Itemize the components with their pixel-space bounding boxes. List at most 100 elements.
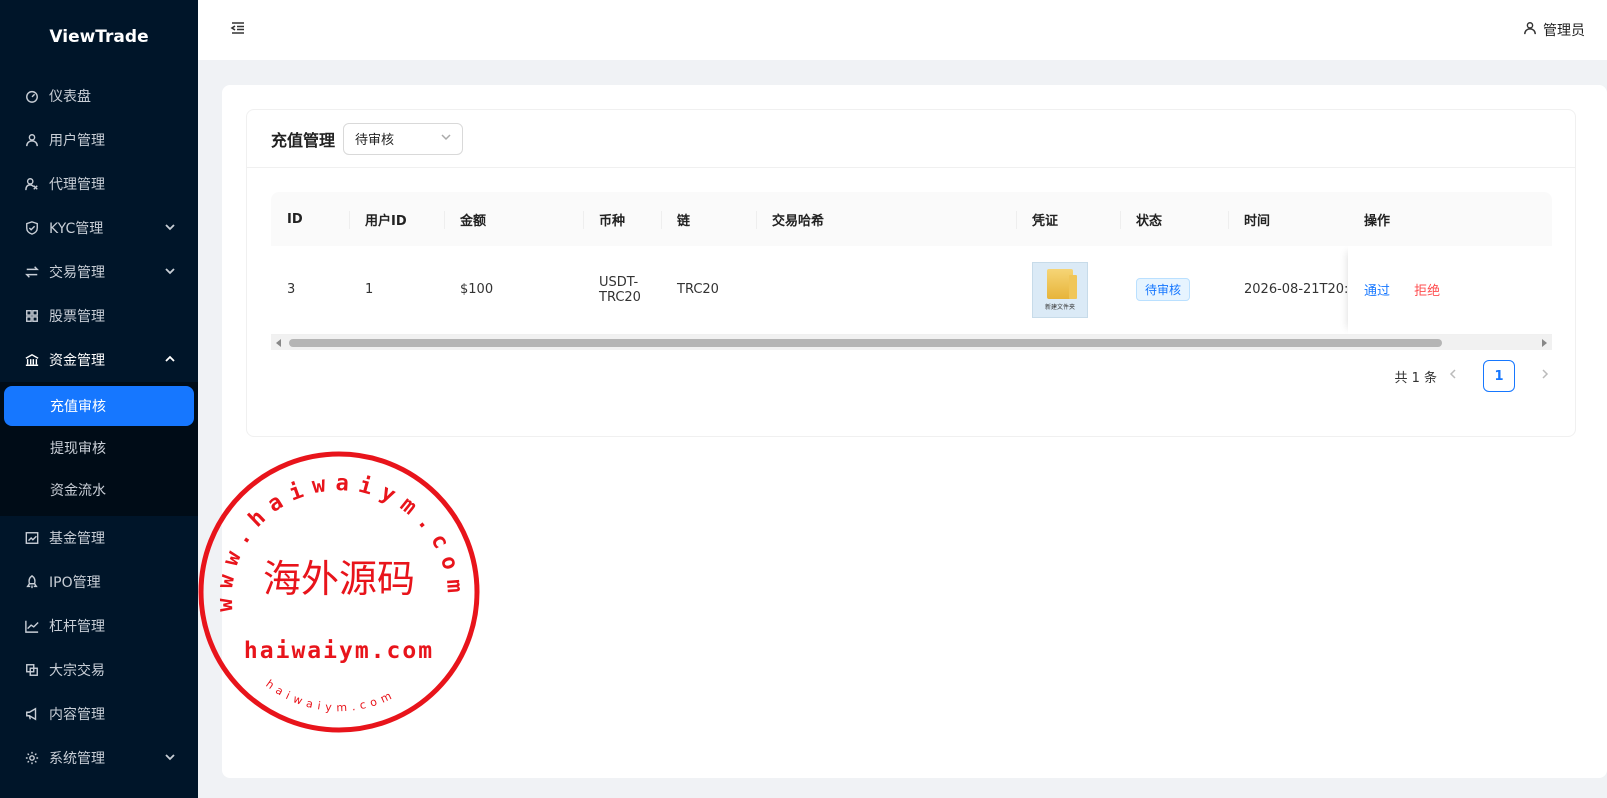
column-header: 时间 xyxy=(1228,192,1348,246)
pagination-total: 共 1 条 xyxy=(1394,370,1437,386)
sidebar-item-content[interactable]: 内容管理 xyxy=(0,692,198,736)
status-filter-select[interactable]: 待审核 xyxy=(343,122,464,155)
sidebar-item-label: 杠杆管理 xyxy=(49,619,105,635)
sidebar-item-leverage[interactable]: 杠杆管理 xyxy=(0,604,198,648)
sidebar-item-withdraw-review[interactable]: 提现审核 xyxy=(4,428,194,468)
fund-chart-icon xyxy=(25,531,39,545)
settings-icon xyxy=(25,751,39,765)
prev-page-icon[interactable] xyxy=(1447,368,1459,384)
chevron-up-icon xyxy=(164,353,176,365)
sidebar: ViewTrade 仪表盘 用户管理 代理管理 KYC管理 交易管理 股票管理 xyxy=(0,0,198,798)
sidebar-menu: 仪表盘 用户管理 代理管理 KYC管理 交易管理 股票管理 资金管理 xyxy=(0,74,198,382)
chevron-down-icon xyxy=(164,265,176,277)
cell-voucher: 新建文件夹 xyxy=(1016,246,1120,335)
funds-submenu: 充值审核 提现审核 资金流水 xyxy=(0,382,198,516)
deposit-table-wrap: ID 用户ID 金额 币种 链 交易哈希 凭证 状态 时间 操作 3 1 $10… xyxy=(271,192,1552,347)
sidebar-item-agents[interactable]: 代理管理 xyxy=(0,162,198,206)
sidebar-item-label: 系统管理 xyxy=(49,751,105,767)
sidebar-item-system[interactable]: 系统管理 xyxy=(0,736,198,780)
cell-tx-hash xyxy=(756,246,1016,335)
scroll-thumb[interactable] xyxy=(289,339,1442,347)
page-number[interactable]: 1 xyxy=(1483,360,1515,392)
shield-icon xyxy=(25,221,39,235)
sidebar-item-label: 用户管理 xyxy=(49,133,105,149)
voucher-label: 新建文件夹 xyxy=(1044,303,1075,311)
cell-id: 3 xyxy=(271,246,349,335)
sidebar-item-label: 仪表盘 xyxy=(49,89,91,105)
app-logo: ViewTrade xyxy=(49,27,149,47)
sidebar-item-label: 大宗交易 xyxy=(49,663,105,679)
deposit-table: ID 用户ID 金额 币种 链 交易哈希 凭证 状态 时间 操作 3 1 $10… xyxy=(271,192,1552,335)
sidebar-menu-lower: 基金管理 IPO管理 杠杆管理 大宗交易 内容管理 系统管理 xyxy=(0,516,198,780)
sidebar-item-stocks[interactable]: 股票管理 xyxy=(0,294,198,338)
sidebar-item-kyc[interactable]: KYC管理 xyxy=(0,206,198,250)
page-title: 充值管理 xyxy=(271,130,336,150)
cell-status: 待审核 xyxy=(1120,246,1228,335)
pagination: 共 1 条 1 xyxy=(1394,360,1551,392)
deposit-card: 充值管理 待审核 ID 用户ID 金额 币种 链 交易哈希 凭证 状态 时间 操… xyxy=(246,109,1576,437)
column-header: 用户ID xyxy=(349,192,444,246)
column-header: 交易哈希 xyxy=(756,192,1016,246)
currency-line: TRC20 xyxy=(599,289,641,305)
user-icon xyxy=(25,133,39,147)
line-chart-icon xyxy=(25,619,39,633)
table-header-row: ID 用户ID 金额 币种 链 交易哈希 凭证 状态 时间 操作 xyxy=(271,192,1552,246)
currency-line: USDT- xyxy=(599,274,639,290)
sidebar-item-label: 内容管理 xyxy=(49,707,105,723)
cell-amount: $100 xyxy=(444,246,583,335)
table-row: 3 1 $100 USDT- TRC20 TRC20 新建文件夹 待审核 202… xyxy=(271,246,1552,335)
bank-icon xyxy=(25,353,39,367)
sidebar-item-deposit-review[interactable]: 充值审核 xyxy=(4,386,194,426)
user-icon xyxy=(1523,21,1537,39)
sidebar-item-label: 资金管理 xyxy=(49,353,105,369)
scroll-right-icon[interactable] xyxy=(1542,339,1547,347)
sidebar-item-ipo[interactable]: IPO管理 xyxy=(0,560,198,604)
chevron-down-icon xyxy=(440,131,452,147)
cell-user-id: 1 xyxy=(349,246,444,335)
column-header: 状态 xyxy=(1120,192,1228,246)
scroll-left-icon[interactable] xyxy=(276,339,281,347)
grid-icon xyxy=(25,309,39,323)
column-header: 金额 xyxy=(444,192,583,246)
table-horizontal-scrollbar[interactable] xyxy=(271,335,1552,350)
column-header: 操作 xyxy=(1348,192,1552,246)
column-header: 链 xyxy=(661,192,756,246)
sidebar-item-users[interactable]: 用户管理 xyxy=(0,118,198,162)
status-badge: 待审核 xyxy=(1136,278,1191,302)
menu-fold-icon[interactable] xyxy=(230,20,246,40)
top-header: 管理员 xyxy=(198,0,1607,60)
sidebar-item-label: IPO管理 xyxy=(49,575,101,591)
cell-time: 2026-08-21T20:5 xyxy=(1228,246,1348,335)
block-icon xyxy=(25,663,39,677)
sidebar-item-label: 交易管理 xyxy=(49,265,105,281)
megaphone-icon xyxy=(25,707,39,721)
sidebar-item-block-trade[interactable]: 大宗交易 xyxy=(0,648,198,692)
reject-button[interactable]: 拒绝 xyxy=(1414,284,1440,299)
next-page-icon[interactable] xyxy=(1539,368,1551,384)
sidebar-item-funds-management[interactable]: 资金管理 xyxy=(0,338,198,382)
main-content: 充值管理 待审核 ID 用户ID 金额 币种 链 交易哈希 凭证 状态 时间 操… xyxy=(222,85,1607,778)
sidebar-item-label: 代理管理 xyxy=(49,177,105,193)
sidebar-item-label: 股票管理 xyxy=(49,309,105,325)
swap-icon xyxy=(25,265,39,279)
sidebar-item-trades[interactable]: 交易管理 xyxy=(0,250,198,294)
status-filter-value: 待审核 xyxy=(355,133,395,148)
sidebar-item-label: KYC管理 xyxy=(49,221,104,237)
rocket-icon xyxy=(25,575,39,589)
user-name: 管理员 xyxy=(1543,23,1585,39)
cell-chain: TRC20 xyxy=(661,246,756,335)
sidebar-item-dashboard[interactable]: 仪表盘 xyxy=(0,74,198,118)
column-header: ID xyxy=(271,192,349,246)
approve-button[interactable]: 通过 xyxy=(1364,284,1390,299)
column-header: 凭证 xyxy=(1016,192,1120,246)
sidebar-item-label: 基金管理 xyxy=(49,531,105,547)
sidebar-item-fund-flow[interactable]: 资金流水 xyxy=(4,470,194,510)
chevron-down-icon xyxy=(164,751,176,763)
chevron-down-icon xyxy=(164,221,176,233)
user-menu[interactable]: 管理员 xyxy=(1523,20,1585,40)
cell-currency: USDT- TRC20 xyxy=(583,246,661,335)
voucher-thumbnail[interactable]: 新建文件夹 xyxy=(1032,261,1088,318)
column-header: 币种 xyxy=(583,192,661,246)
dashboard-icon xyxy=(25,89,39,103)
sidebar-item-fund[interactable]: 基金管理 xyxy=(0,516,198,560)
